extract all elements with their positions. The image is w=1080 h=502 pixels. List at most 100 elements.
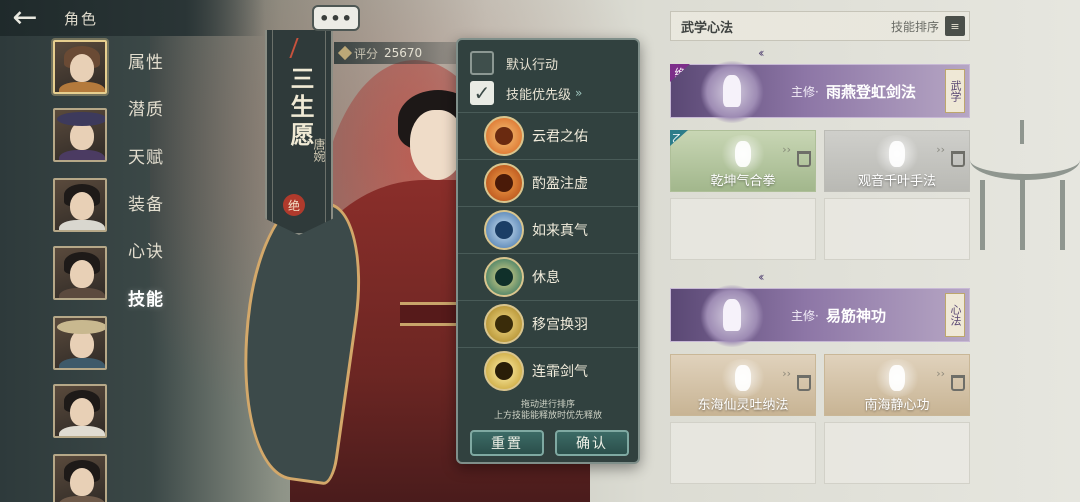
score-label: 评分 [354,46,379,61]
more-options-button[interactable]: ••• [312,5,360,31]
character-portrait[interactable] [53,316,107,370]
game-screen: ← 角色 属性 潜质 天赋 装备 心诀 技能 三生愿 唐婉 绝 ••• 评分 2… [0,0,1080,502]
inner-art-slot[interactable]: ›› 南海静心功 [824,354,970,416]
character-portrait[interactable] [53,40,107,94]
nav-item-attributes[interactable]: 属性 [128,48,164,73]
rarity-corner: 乙 [670,130,688,146]
default-action-label: 默认行动 [506,57,559,73]
skill-list-item[interactable]: 如来真气 [458,206,638,252]
martial-art-name: 观音千叶手法 [857,174,936,189]
skill-list-item[interactable]: 移宫换羽 [458,300,638,346]
inner-art-name: 南海静心功 [864,398,930,413]
skill-name: 休息 [532,269,560,286]
martial-art-slot[interactable]: ›› 观音千叶手法 [824,130,970,192]
rarity-corner: 绝 [670,64,690,82]
category-tag: 武学 [945,69,965,113]
palm-emblem-icon [873,135,921,173]
category-tag: 心法 [945,293,965,337]
empty-slot[interactable] [670,422,816,484]
character-portrait[interactable] [53,246,107,300]
reset-button[interactable]: 重置 [470,430,544,456]
main-prefix: 主修· [791,84,819,99]
skill-list-item[interactable]: 酌盈注虚 [458,159,638,205]
martial-art-emblem-icon [699,61,765,123]
skill-list-item[interactable]: 云君之佑 [458,112,638,158]
footprints-icon: ›› [936,367,945,380]
guanyin-emblem-icon [873,359,921,397]
swirl-icon [484,115,524,156]
inner-art-slot[interactable]: ›› 东海仙灵吐纳法 [670,354,816,416]
sword-burst-icon [484,350,524,391]
inner-art-emblem-icon [699,285,765,347]
main-martial-art-slot[interactable]: 绝 主修· 雨燕登虹剑法 武学 [670,61,970,123]
skill-name: 连霏剑气 [532,363,588,380]
character-portrait[interactable] [53,454,107,502]
drag-hint-line: 拖动进行排序 [520,400,575,410]
footprints-icon: ›› [782,143,791,156]
chevron-left-icon: ‹‹ [758,270,764,284]
nav-item-talent[interactable]: 天赋 [128,143,164,168]
score-value: 25670 [384,46,423,60]
trash-icon[interactable] [797,151,811,167]
skill-name: 酌盈注虚 [532,175,588,192]
chevron-left-icon: ‹‹ [758,46,764,60]
empty-slot[interactable] [824,198,970,260]
back-arrow-icon[interactable]: ← [0,0,50,36]
meditation-icon [484,256,524,297]
skill-list-item[interactable]: 休息 [458,253,638,299]
trash-icon[interactable] [797,375,811,391]
top-bar: ← 角色 [0,0,265,36]
martial-art-slot[interactable]: 乙 ›› 乾坤气合拳 [670,130,816,192]
default-action-checkbox[interactable] [470,51,494,75]
footprints-icon: ›› [936,143,945,156]
wave-icon [484,209,524,250]
rarity-seal: 绝 [283,194,305,216]
skill-list-item[interactable]: 连霏剑气 [458,347,638,393]
character-name-banner: 三生愿 唐婉 绝 [265,30,333,235]
nav-item-equipment[interactable]: 装备 [128,190,164,215]
page-title: 角色 [64,9,99,28]
drag-hint-line: 上方技能能释放时优先释放 [493,411,602,421]
character-portrait[interactable] [53,384,107,438]
inner-art-name: 东海仙灵吐纳法 [697,398,789,413]
skill-priority-label: 技能优先级 [506,87,572,103]
score-display: 评分 25670 [334,42,464,64]
fist-emblem-icon [719,135,767,173]
chevron-right-icon[interactable]: » [575,86,582,100]
default-action-row[interactable]: 默认行动 [458,46,638,80]
flame-face-icon [484,162,524,203]
character-portrait-list [48,38,114,502]
skill-priority-popup: 默认行动 ✓ 技能优先级 » 云君之佑 酌盈注虚 如来真气 休息 移宫换羽 连霏… [456,38,640,464]
nav-item-mind-formula[interactable]: 心诀 [128,237,164,262]
nav-item-skills[interactable]: 技能 [128,285,164,310]
nav-item-potential[interactable]: 潜质 [128,95,164,120]
character-name: 唐婉 [312,138,326,162]
martial-arts-header: 武学心法 技能排序 ≡ [670,11,970,41]
confirm-button[interactable]: 确认 [555,430,629,456]
score-diamond-icon [337,45,353,61]
main-prefix: 主修· [791,308,819,323]
pavilion-background [960,120,1080,270]
main-inner-art-name: 易筋神功 [826,306,887,325]
skill-name: 如来真气 [532,222,588,239]
skill-priority-row[interactable]: ✓ 技能优先级 » [458,76,638,110]
section-title: 武学心法 [681,20,734,36]
trash-icon[interactable] [951,375,965,391]
sort-icon[interactable]: ≡ [945,16,965,36]
drag-hint: 拖动进行排序 上方技能能释放时优先释放 [458,400,638,422]
empty-slot[interactable] [670,198,816,260]
character-portrait[interactable] [53,108,107,162]
main-inner-art-slot[interactable]: 主修· 易筋神功 心法 [670,285,970,347]
meditating-figure-emblem-icon [719,359,767,397]
trash-icon[interactable] [951,151,965,167]
character-portrait[interactable] [53,178,107,232]
footprints-icon: ›› [782,367,791,380]
martial-art-name: 乾坤气合拳 [710,174,776,189]
empty-slot[interactable] [824,422,970,484]
main-martial-art-name: 雨燕登虹剑法 [826,82,917,101]
skill-name: 云君之佑 [532,128,588,145]
skill-name: 移宫换羽 [532,316,588,333]
skill-sort-label[interactable]: 技能排序 [891,18,939,35]
skill-priority-checkbox[interactable]: ✓ [470,81,494,105]
feather-icon [484,303,524,344]
